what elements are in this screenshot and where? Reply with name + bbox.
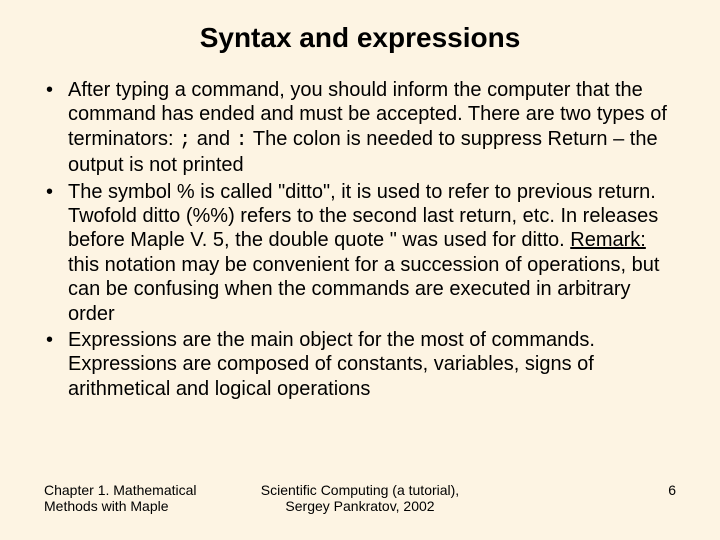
footer-center: Scientific Computing (a tutorial), Serge… (242, 482, 479, 514)
footer-author: Sergey Pankratov, 2002 (242, 498, 479, 514)
slide-footer: Chapter 1. Mathematical Methods with Map… (40, 482, 680, 520)
footer-chapter: Chapter 1. Mathematical (44, 482, 242, 498)
bullet-item: After typing a command, you should infor… (40, 78, 680, 178)
page-number: 6 (668, 482, 676, 498)
bullet-text: this notation may be convenient for a su… (68, 254, 659, 325)
bullet-item: The symbol % is called "ditto", it is us… (40, 180, 680, 326)
footer-left: Chapter 1. Mathematical Methods with Map… (44, 482, 242, 514)
terminator-semicolon: ; (179, 129, 191, 152)
bullet-text: and (191, 128, 235, 150)
remark-label: Remark: (570, 229, 646, 251)
footer-source: Scientific Computing (a tutorial), (242, 482, 479, 498)
footer-chapter-sub: Methods with Maple (44, 498, 242, 514)
bullet-text: Expressions are the main object for the … (68, 329, 595, 400)
slide-content: After typing a command, you should infor… (40, 78, 680, 474)
terminator-colon: : (236, 129, 248, 152)
slide: Syntax and expressions After typing a co… (0, 0, 720, 540)
bullet-item: Expressions are the main object for the … (40, 328, 680, 401)
bullet-list: After typing a command, you should infor… (40, 78, 680, 401)
slide-title: Syntax and expressions (40, 22, 680, 54)
footer-right: 6 (479, 482, 677, 498)
